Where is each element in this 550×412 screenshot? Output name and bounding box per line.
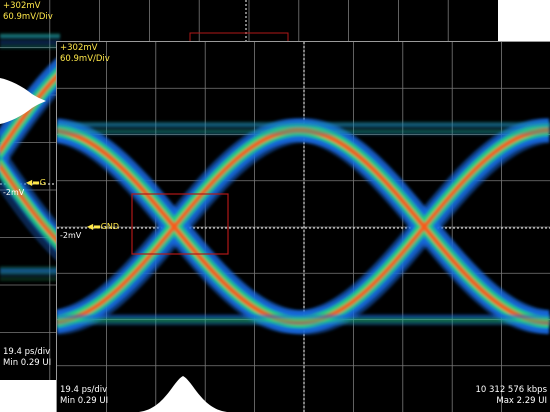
max-ui-label: Max 2.29 UI	[496, 396, 547, 406]
ground-marker: ◀▬GND	[87, 222, 119, 231]
eye-rail-band	[0, 39, 60, 44]
voltage-scale-label: +302mV 60.9mV/Div	[3, 1, 53, 23]
min-ui-label: Min 0.29 UI	[3, 358, 52, 368]
time-per-div-label: 19.4 ps/div	[60, 385, 108, 395]
ground-label: GND	[100, 222, 120, 231]
eye-rail-band	[0, 33, 60, 38]
volts-per-div-label: 60.9mV/Div	[60, 54, 110, 64]
eye-diagram-front-canvas	[57, 42, 550, 412]
offset-label: -2mV	[60, 231, 82, 240]
bitrate-label: 10 312 576 kbps	[475, 385, 547, 395]
voltage-top-label: +302mV	[3, 1, 41, 11]
offset-label: -2mV	[3, 188, 25, 197]
eye-diagram-front-window: +302mV 60.9mV/Div ◀▬GND -2mV 19.4 ps/div…	[56, 41, 550, 412]
time-per-div-label: 19.4 ps/div	[3, 347, 51, 357]
voltage-scale-label: +302mV 60.9mV/Div	[60, 43, 110, 65]
eye-rail-band	[0, 277, 60, 282]
time-scale-label: 19.4 ps/div Min 0.29 UI	[3, 347, 51, 369]
bitrate-readout: 10 312 576 kbps Max 2.29 UI	[475, 385, 547, 407]
ground-label: G	[39, 178, 46, 187]
eye-trace	[0, 33, 64, 282]
graticule-grid	[57, 42, 550, 412]
eye-rail-band	[0, 44, 60, 49]
ground-arrow-icon: ◀▬	[87, 222, 101, 231]
eye-rail-band	[57, 122, 550, 127]
ground-arrow-icon: ◀▬	[26, 178, 40, 187]
min-ui-label: Min 0.29 UI	[60, 396, 109, 406]
eye-rail-band	[57, 317, 550, 322]
horizontal-histogram	[139, 376, 227, 412]
eye-rail-band	[0, 266, 60, 271]
voltage-top-label: +302mV	[60, 43, 98, 53]
eye-rail-band	[57, 128, 550, 133]
ground-marker: ◀▬G	[26, 178, 46, 187]
volts-per-div-label: 60.9mV/Div	[3, 12, 53, 22]
time-scale-label: 19.4 ps/div Min 0.29 UI	[60, 385, 108, 407]
